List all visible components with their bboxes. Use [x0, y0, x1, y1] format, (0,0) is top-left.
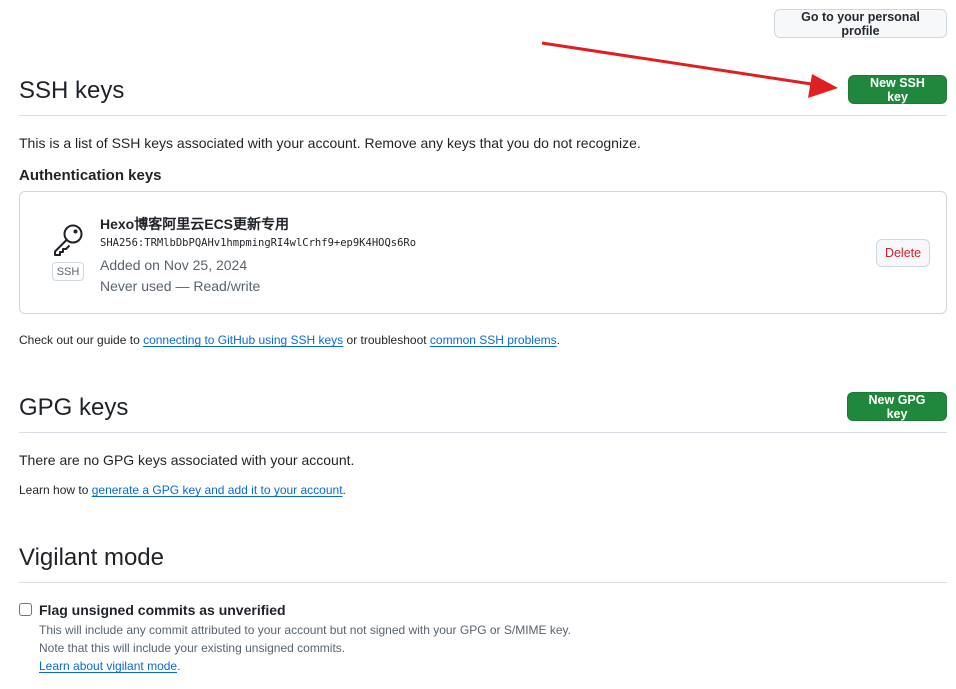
ssh-guide-middle: or troubleshoot [343, 333, 430, 347]
vigilant-learn-text: Learn about vigilant mode. [39, 659, 180, 673]
vigilant-note-1: This will include any commit attributed … [39, 623, 572, 637]
gpg-learn-prefix: Learn how to [19, 483, 92, 497]
ssh-key-title: Hexo博客阿里云ECS更新专用 [100, 216, 290, 232]
vigilant-learn-suffix: . [177, 659, 181, 673]
connecting-ssh-keys-link[interactable]: connecting to GitHub using SSH keys [143, 333, 343, 347]
ssh-badge: SSH [52, 262, 84, 281]
vigilant-note-2: Note that this will include your existin… [39, 641, 346, 655]
ssh-key-usage: Never used — Read/write [100, 278, 261, 294]
ssh-key-added-date: Added on Nov 25, 2024 [100, 257, 248, 273]
ssh-key-card [19, 191, 947, 314]
new-gpg-key-button[interactable]: New GPG key [847, 392, 947, 421]
ssh-guide-suffix: . [556, 333, 560, 347]
common-ssh-problems-link[interactable]: common SSH problems [430, 333, 557, 347]
gpg-learn-suffix: . [342, 483, 346, 497]
flag-unsigned-commits-label[interactable]: Flag unsigned commits as unverified [39, 602, 286, 618]
go-to-profile-button[interactable]: Go to your personal profile [774, 9, 947, 38]
flag-unsigned-commits-checkbox[interactable] [19, 603, 32, 616]
generate-gpg-key-link[interactable]: generate a GPG key and add it to your ac… [92, 483, 343, 497]
ssh-guide-text: Check out our guide to connecting to Git… [19, 333, 560, 347]
ssh-divider [19, 115, 947, 116]
ssh-guide-prefix: Check out our guide to [19, 333, 144, 347]
gpg-divider [19, 432, 947, 433]
new-ssh-key-button[interactable]: New SSH key [848, 75, 947, 104]
gpg-keys-title: GPG keys [19, 394, 129, 421]
ssh-keys-title: SSH keys [19, 77, 125, 104]
ssh-description: This is a list of SSH keys associated wi… [19, 135, 641, 151]
authentication-keys-heading: Authentication keys [19, 167, 162, 184]
vigilant-divider [19, 582, 947, 583]
gpg-empty-text: There are no GPG keys associated with yo… [19, 452, 355, 468]
ssh-key-fingerprint: SHA256:TRMlbDbPQAHv1hmpmingRI4wlCrhf9+ep… [100, 237, 417, 249]
learn-vigilant-mode-link[interactable]: Learn about vigilant mode [39, 659, 177, 673]
gpg-learn-text: Learn how to generate a GPG key and add … [19, 483, 346, 497]
vigilant-mode-title: Vigilant mode [19, 544, 164, 571]
delete-ssh-key-button[interactable]: Delete [876, 239, 930, 267]
key-icon [54, 224, 83, 256]
